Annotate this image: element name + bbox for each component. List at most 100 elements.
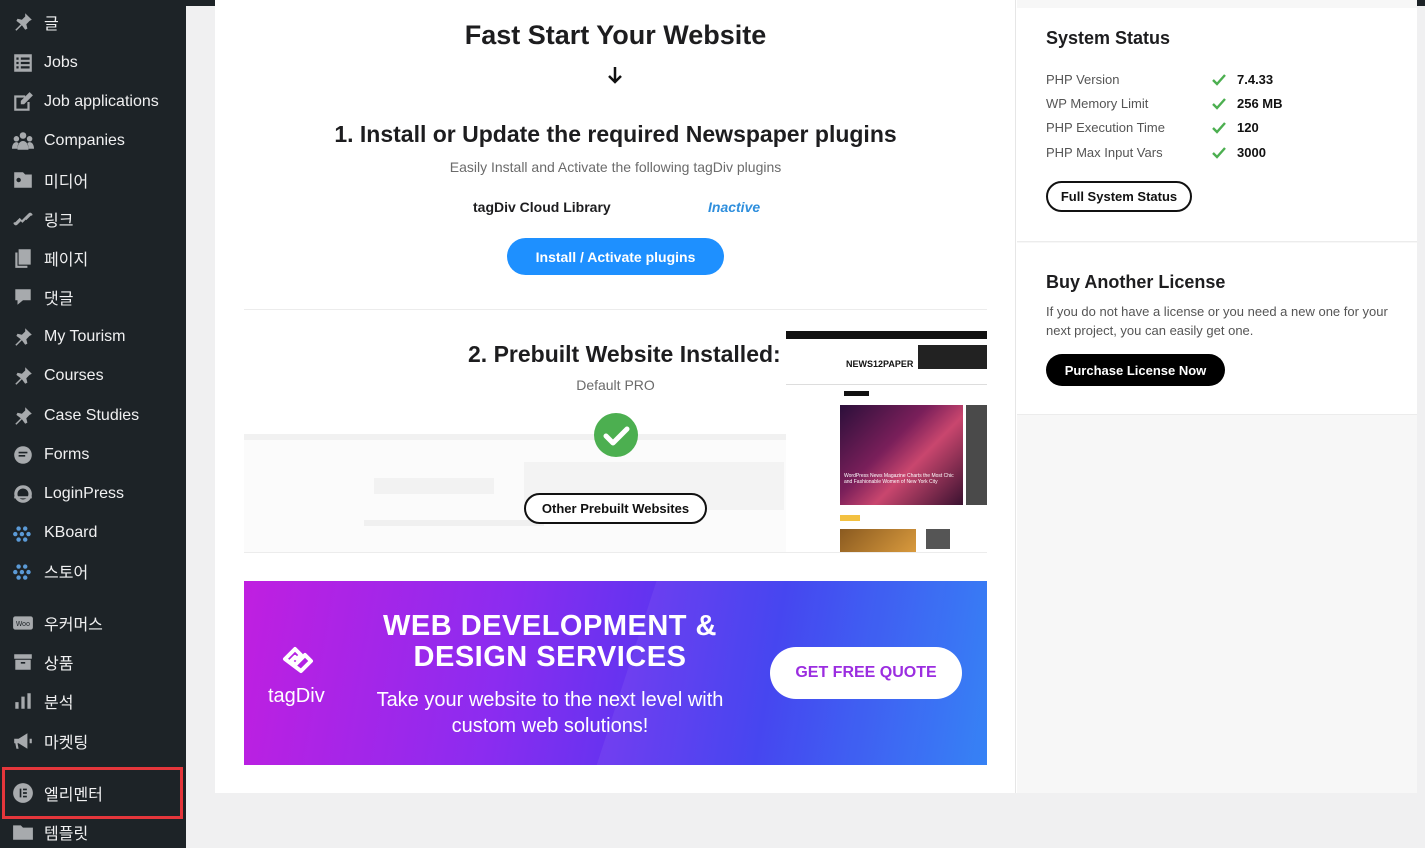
step2-subtitle: Default PRO (576, 377, 655, 393)
sidebar-item-case-studies[interactable]: Case Studies (0, 397, 186, 435)
system-status-section: System Status PHP Version 7.4.33 WP Memo… (1017, 8, 1417, 242)
woo-icon: Woo (11, 611, 35, 635)
plugin-name: tagDiv Cloud Library (473, 199, 611, 215)
sidebar-item-label: Forms (44, 446, 90, 463)
preview-headline: WordPress News Magazine Charts the Most … (844, 473, 954, 485)
sidebar-item-forms[interactable]: Forms (0, 436, 186, 474)
sidebar-item-label: 템플릿 (44, 826, 89, 843)
sidebar-item-label: 우커머스 (44, 617, 103, 634)
dots-icon (11, 559, 35, 583)
sidebar-item-label: Companies (44, 132, 125, 149)
status-label: WP Memory Limit (1046, 96, 1149, 111)
sidebar-item-comments[interactable]: 댓글 (0, 278, 186, 316)
sidebar-item-label: 미디어 (44, 174, 89, 191)
sidebar-item-label: Job applications (44, 93, 159, 110)
check-icon (1212, 122, 1226, 134)
banner-title: WEB DEVELOPMENT & DESIGN SERVICES (383, 610, 717, 673)
tagdiv-logo-icon (283, 647, 313, 673)
page-title: Fast Start Your Website (464, 20, 767, 50)
edit-icon (11, 90, 35, 114)
pin-icon (11, 364, 35, 388)
pin-icon (11, 325, 35, 349)
tagdiv-logo-text: tagDiv (268, 685, 325, 707)
sidebar-item-marketing[interactable]: 마켓팅 (0, 722, 186, 760)
pages-icon (11, 246, 35, 270)
elementor-icon (11, 781, 35, 805)
admin-sidebar: 글 Jobs Job applications Companies 미디어 링크… (0, 0, 186, 848)
sidebar-item-my-tourism[interactable]: My Tourism (0, 318, 186, 356)
sidebar-item-elementor[interactable]: 엘리멘터 (0, 774, 186, 812)
loginpress-icon (11, 482, 35, 506)
sidebar-item-loginpress[interactable]: LoginPress (0, 475, 186, 513)
sidebar-item-jobs[interactable]: Jobs (0, 44, 186, 82)
divider (244, 309, 987, 310)
full-system-status-button[interactable]: Full System Status (1046, 181, 1192, 212)
sidebar-item-label: KBoard (44, 524, 98, 541)
other-prebuilt-websites-button[interactable]: Other Prebuilt Websites (524, 493, 707, 524)
groups-icon (11, 129, 35, 153)
sidebar-item-templates[interactable]: 템플릿 (0, 813, 186, 848)
sidebar-item-links[interactable]: 링크 (0, 200, 186, 238)
chart-icon (11, 689, 35, 713)
sidebar-item-label: Case Studies (44, 407, 140, 424)
sidebar-item-label: 스토어 (44, 565, 89, 582)
folder-icon (11, 820, 35, 844)
sidebar-item-label: LoginPress (44, 485, 125, 502)
sidebar-item-label: Jobs (44, 54, 78, 71)
status-value: 120 (1237, 120, 1259, 135)
sidebar-item-courses[interactable]: Courses (0, 357, 186, 395)
prebuilt-background-preview (244, 434, 787, 552)
sidebar-item-kboard[interactable]: KBoard (0, 514, 186, 552)
web-services-banner[interactable]: tagDiv WEB DEVELOPMENT & DESIGN SERVICES… (244, 581, 987, 765)
purchase-license-button[interactable]: Purchase License Now (1046, 354, 1225, 386)
media-icon (11, 168, 35, 192)
status-value: 7.4.33 (1237, 72, 1274, 87)
status-row: WP Memory Limit 256 MB (1046, 96, 1406, 116)
sidebar-item-job-applications[interactable]: Job applications (0, 83, 186, 121)
step2-title: 2. Prebuilt Website Installed: (468, 341, 781, 367)
license-section: Buy Another License If you do not have a… (1017, 243, 1417, 415)
list-icon (11, 51, 35, 75)
sidebar-item-analytics[interactable]: 분석 (0, 682, 186, 720)
install-plugins-button[interactable]: Install / Activate plugins (507, 238, 724, 275)
plugin-status-badge: Inactive (708, 199, 761, 215)
sidebar-item-label: 댓글 (44, 291, 74, 308)
sidebar-item-label: 마켓팅 (44, 735, 89, 752)
sidebar-item-posts[interactable]: 글 (0, 3, 186, 41)
sidebar-item-companies[interactable]: Companies (0, 122, 186, 160)
sidebar-item-label: 링크 (44, 213, 74, 230)
sidebar-item-pages[interactable]: 페이지 (0, 239, 186, 277)
sidebar-item-products[interactable]: 상품 (0, 643, 186, 681)
megaphone-icon (11, 729, 35, 753)
pin-icon (11, 10, 35, 34)
comment-icon (11, 285, 35, 309)
archive-icon (11, 650, 35, 674)
status-label: PHP Execution Time (1046, 120, 1165, 135)
get-free-quote-button[interactable]: GET FREE QUOTE (770, 647, 962, 699)
check-icon (1212, 98, 1226, 110)
sidebar-item-media[interactable]: 미디어 (0, 161, 186, 199)
check-circle-icon (594, 413, 638, 457)
license-title: Buy Another License (1046, 272, 1226, 292)
welcome-panel: Fast Start Your Website 1. Install or Up… (215, 0, 1417, 793)
preview-hero-image: WordPress News Magazine Charts the Most … (840, 405, 963, 505)
sidebar-item-label: My Tourism (44, 328, 126, 345)
sidebar-item-store[interactable]: 스토어 (0, 552, 186, 590)
prebuilt-website-preview[interactable]: NEWS12PAPER WordPress News Magazine Char… (786, 331, 987, 553)
step1-title: 1. Install or Update the required Newspa… (334, 121, 897, 147)
preview-logo: NEWS12PAPER (846, 359, 914, 369)
sidebar-item-label: 페이지 (44, 252, 89, 269)
dots-icon (11, 521, 35, 545)
sidebar-item-label: 분석 (44, 695, 74, 712)
step1-subtitle: Easily Install and Activate the followin… (449, 159, 782, 175)
right-column: System Status PHP Version 7.4.33 WP Memo… (1017, 0, 1417, 793)
license-description: If you do not have a license or you need… (1046, 304, 1388, 338)
sidebar-item-woocommerce[interactable]: Woo 우커머스 (0, 604, 186, 642)
status-value: 256 MB (1237, 96, 1283, 111)
link-icon (11, 207, 35, 231)
status-label: PHP Max Input Vars (1046, 145, 1163, 160)
forms-icon (11, 443, 35, 467)
status-label: PHP Version (1046, 72, 1120, 87)
check-icon (1212, 147, 1226, 159)
arrow-down-icon (608, 67, 622, 84)
